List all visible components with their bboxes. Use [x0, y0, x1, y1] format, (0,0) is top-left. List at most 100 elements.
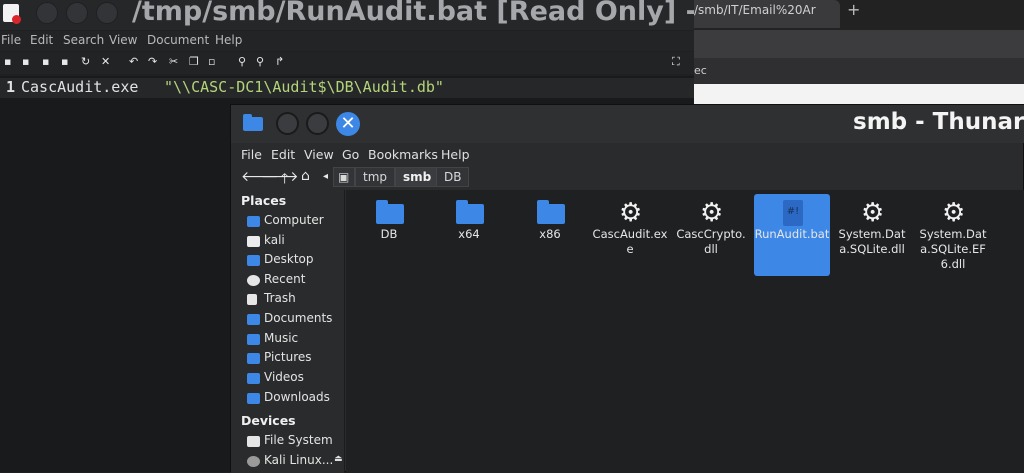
library-gear-icon: ⚙: [700, 198, 724, 228]
pictures-icon: [247, 353, 260, 364]
thunar-titlebar: ✕ smb - Thunar: [231, 105, 1024, 143]
code-command: CascAudit.exe: [21, 78, 139, 96]
new-document-icon[interactable]: ▪: [4, 55, 11, 69]
sidebar-item-pictures[interactable]: Pictures: [247, 350, 344, 368]
breadcrumb-db[interactable]: DB: [436, 167, 470, 187]
fullscreen-icon[interactable]: ⛶: [672, 55, 680, 69]
file-item[interactable]: ⚙ System.Data.SQLite.dll: [834, 194, 910, 276]
library-gear-icon: ⚙: [861, 198, 885, 228]
save-icon[interactable]: ▪: [42, 55, 49, 69]
browser-toolbar: ec: [694, 58, 1024, 84]
breadcrumb-smb[interactable]: smb: [395, 167, 440, 187]
sidebar-item-kali[interactable]: kali: [247, 233, 344, 251]
folder-icon: [537, 200, 565, 226]
thunar-menu-edit[interactable]: Edit: [271, 147, 295, 162]
thunar-minimize-button[interactable]: [276, 112, 299, 135]
goto-icon[interactable]: ↱: [275, 55, 284, 69]
open-icon[interactable]: ▪: [22, 55, 29, 69]
editor-menu-edit[interactable]: Edit: [30, 33, 53, 47]
thunar-maximize-button[interactable]: [306, 112, 329, 135]
sidebar-item-recent[interactable]: Recent: [247, 272, 344, 290]
find-icon[interactable]: ⚲: [238, 55, 246, 69]
sidebar-item-videos[interactable]: Videos: [247, 370, 344, 388]
home-icon[interactable]: ⌂: [301, 168, 310, 184]
thunar-sidebar: Places Computer kali Desktop Recent Tras…: [231, 190, 345, 473]
browser-address-bar[interactable]: [694, 30, 1024, 58]
file-item[interactable]: ⚙ CascCrypto.dll: [673, 194, 749, 276]
executable-gear-icon: ⚙: [619, 198, 643, 228]
thunar-menu-file[interactable]: File: [241, 147, 262, 162]
editor-menu-document[interactable]: Document: [147, 33, 209, 47]
sidebar-item-downloads[interactable]: Downloads: [247, 390, 344, 408]
close-doc-icon[interactable]: ✕: [101, 55, 110, 69]
recent-icon: [247, 275, 260, 286]
editor-menubar: File Edit Search View Document Help: [0, 31, 694, 51]
eject-icon[interactable]: ⏏: [334, 454, 343, 464]
forward-arrow-icon[interactable]: 🡒: [261, 168, 299, 185]
sidebar-item-trash[interactable]: Trash: [247, 291, 344, 309]
sidebar-item-kali-linux[interactable]: Kali Linux... ⏏: [247, 453, 344, 471]
thunar-menu-go[interactable]: Go: [342, 147, 359, 162]
editor-title: /tmp/smb/RunAudit.bat [Read Only] - Mo: [132, 0, 694, 27]
file-item[interactable]: DB: [351, 194, 427, 276]
thunar-close-button[interactable]: ✕: [336, 112, 360, 136]
downloads-icon: [247, 393, 260, 404]
file-item[interactable]: ⚙ CascAudit.exe: [592, 194, 668, 276]
browser-tab[interactable]: /smb/IT/Email%20Ar: [694, 0, 840, 28]
thunar-menu-help[interactable]: Help: [441, 147, 470, 162]
cut-icon[interactable]: ✂: [169, 55, 178, 69]
save-as-icon[interactable]: ▪: [61, 55, 68, 69]
computer-icon: [247, 216, 260, 227]
disc-icon: [247, 456, 260, 467]
thunar-window: ✕ smb - Thunar File Edit View Go Bookmar…: [230, 104, 1024, 473]
home-folder-icon: [247, 236, 260, 247]
devices-heading: Devices: [241, 413, 296, 428]
file-item-selected[interactable]: #! RunAudit.bat: [754, 194, 830, 276]
code-string: "\\CASC-DC1\Audit$\DB\Audit.db": [164, 78, 444, 96]
editor-menu-help[interactable]: Help: [215, 33, 242, 47]
thunar-menu-view[interactable]: View: [304, 147, 334, 162]
paste-icon[interactable]: ▫: [208, 55, 215, 69]
editor-titlebar: /tmp/smb/RunAudit.bat [Read Only] - Mo: [0, 0, 694, 30]
copy-icon[interactable]: ❐: [189, 55, 199, 69]
new-tab-button[interactable]: +: [847, 0, 860, 19]
editor-menu-file[interactable]: File: [1, 33, 21, 47]
editor-menu-search[interactable]: Search: [63, 33, 104, 47]
folder-icon: [456, 200, 484, 226]
sidebar-item-desktop[interactable]: Desktop: [247, 252, 344, 270]
editor-app-icon: [3, 4, 21, 24]
editor-menu-view[interactable]: View: [109, 33, 137, 47]
trash-icon: [247, 294, 257, 305]
library-gear-icon: ⚙: [942, 198, 966, 228]
thunar-menu-bookmarks[interactable]: Bookmarks: [368, 147, 438, 162]
breadcrumb-tmp[interactable]: tmp: [355, 167, 396, 187]
line-number: 1: [6, 78, 16, 96]
sidebar-item-computer[interactable]: Computer: [247, 213, 344, 231]
desktop-icon: [247, 255, 260, 266]
file-item[interactable]: x86: [512, 194, 588, 276]
code-line: 1 CascAudit.exe "\\CASC-DC1\Audit$\DB\Au…: [0, 78, 694, 98]
scroll-left-icon[interactable]: ◂: [323, 171, 328, 182]
folder-icon: [243, 114, 265, 132]
up-arrow-icon[interactable]: 🡑: [281, 168, 288, 192]
breadcrumb-root-icon[interactable]: ▣: [333, 167, 355, 187]
redo-icon[interactable]: ↷: [148, 55, 157, 69]
sidebar-item-file-system[interactable]: File System: [247, 433, 344, 451]
editor-minimize-button[interactable]: [36, 2, 58, 24]
browser-toolbar-label: ec: [694, 64, 707, 77]
sidebar-item-documents[interactable]: Documents: [247, 311, 344, 329]
browser-window: /smb/IT/Email%20Ar + ec: [694, 0, 1024, 106]
editor-maximize-button[interactable]: [66, 2, 88, 24]
find-replace-icon[interactable]: ⚲: [256, 55, 264, 69]
places-heading: Places: [241, 193, 287, 208]
thunar-title: smb - Thunar: [853, 109, 1024, 135]
sidebar-item-music[interactable]: Music: [247, 331, 344, 349]
file-item[interactable]: x64: [431, 194, 507, 276]
file-item[interactable]: ⚙ System.Data.SQLite.EF6.dll: [915, 194, 991, 276]
folder-icon: [376, 200, 404, 226]
drive-icon: [247, 436, 260, 447]
editor-close-button[interactable]: [96, 2, 118, 24]
undo-icon[interactable]: ↶: [129, 55, 138, 69]
documents-icon: [247, 314, 260, 325]
reload-icon[interactable]: ↻: [81, 55, 90, 69]
